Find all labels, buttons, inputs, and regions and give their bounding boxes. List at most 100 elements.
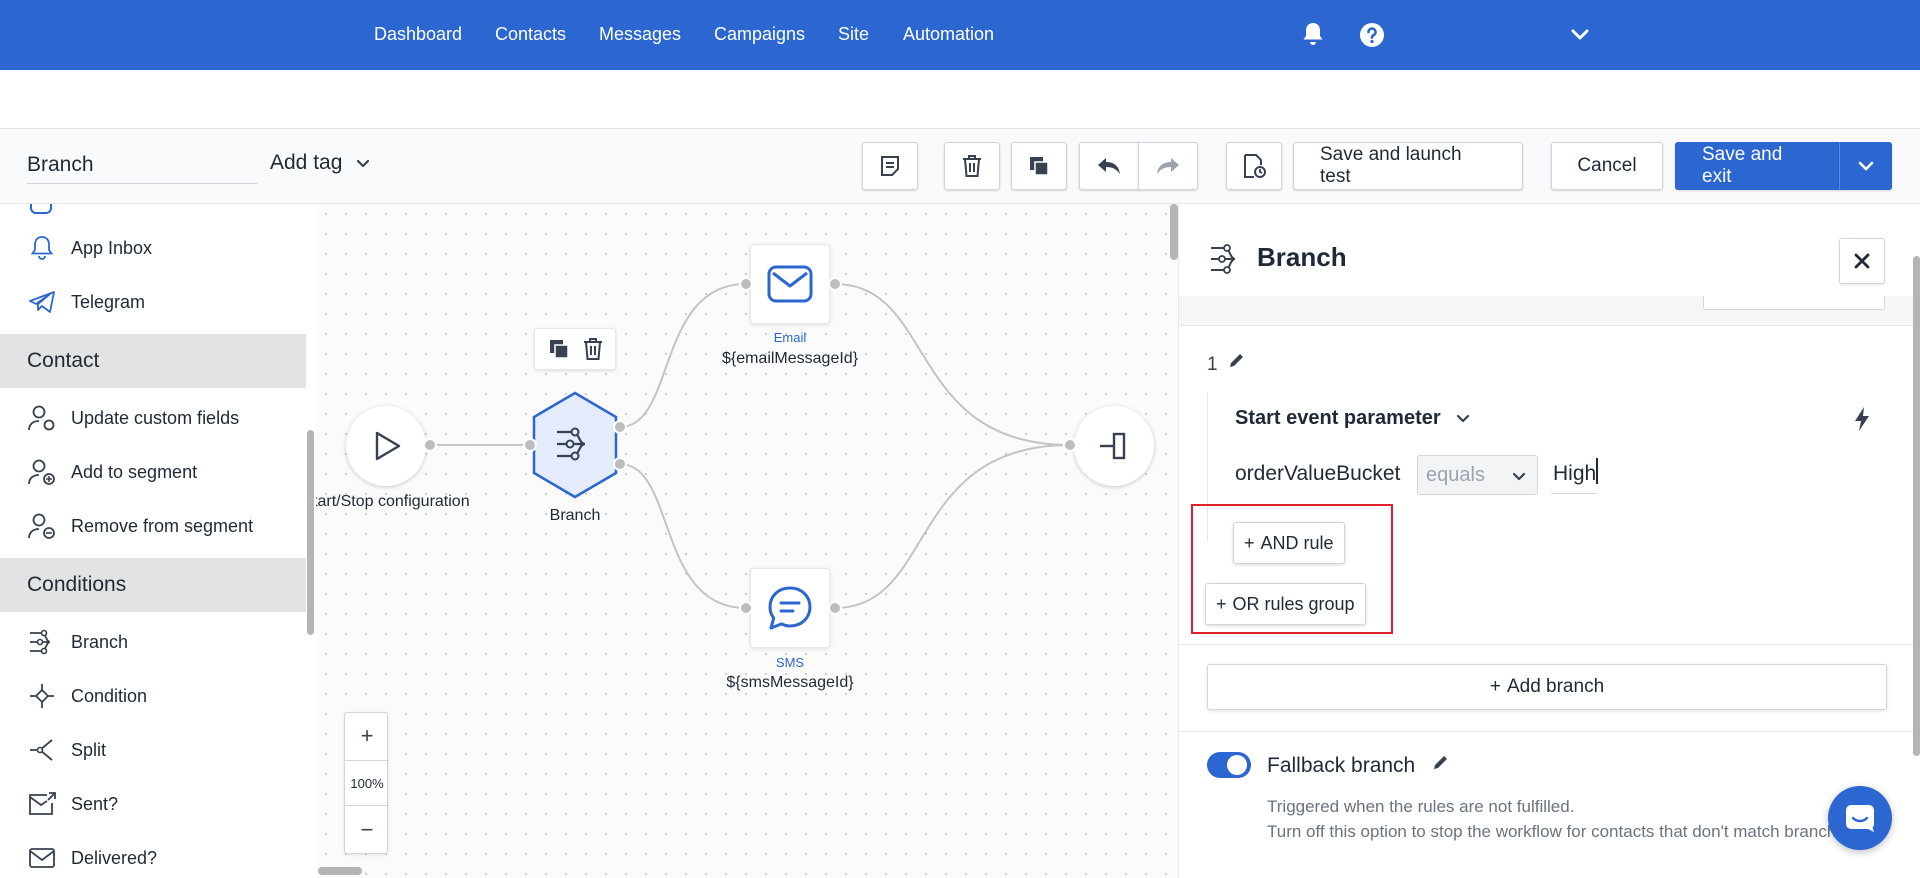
nav-site[interactable]: Site xyxy=(838,24,869,45)
actions-sidebar: App Inbox Telegram Contact Update custom… xyxy=(0,204,308,878)
canvas-vertical-scrollbar[interactable] xyxy=(1170,204,1178,260)
sidebar-scrollbar[interactable] xyxy=(307,430,314,635)
account-chevron-down-icon[interactable] xyxy=(1571,28,1589,46)
add-branch-label: Add branch xyxy=(1506,676,1605,697)
version-history-button[interactable] xyxy=(1226,142,1282,190)
top-navigation: Dashboard Contacts Messages Campaigns Si… xyxy=(0,0,1920,70)
sidebar-item-branch[interactable]: Branch xyxy=(0,615,308,669)
note-icon xyxy=(881,156,899,176)
lightning-icon[interactable] xyxy=(1853,406,1871,432)
end-input-port[interactable] xyxy=(1063,438,1077,452)
sidebar-item-label: Split xyxy=(71,739,107,760)
sidebar-item-condition[interactable]: Condition xyxy=(0,669,308,723)
save-options-dropdown[interactable] xyxy=(1839,142,1892,190)
bell-icon[interactable] xyxy=(1300,20,1326,53)
nav-automation[interactable]: Automation xyxy=(903,24,994,45)
mail-sent-icon xyxy=(27,789,57,819)
support-chat-button[interactable] xyxy=(1828,786,1892,850)
mail-delivered-icon xyxy=(27,843,57,873)
pencil-icon[interactable] xyxy=(1433,754,1449,772)
cancel-button[interactable]: Cancel xyxy=(1551,142,1663,190)
start-event-parameter-dropdown[interactable]: Start event parameter xyxy=(1235,407,1470,430)
sidebar-item-app-inbox[interactable]: App Inbox xyxy=(0,221,308,275)
canvas-horizontal-scrollbar[interactable] xyxy=(318,867,362,875)
operator-select[interactable]: equals xyxy=(1417,455,1538,495)
close-panel-button[interactable] xyxy=(1839,238,1885,284)
play-icon xyxy=(375,431,401,461)
trash-icon[interactable] xyxy=(582,337,604,361)
sms-output-port[interactable] xyxy=(828,601,842,615)
sidebar-item-label: App Inbox xyxy=(71,237,153,258)
sms-node[interactable] xyxy=(750,568,830,648)
value-input[interactable]: High xyxy=(1551,456,1597,494)
nav-dashboard[interactable]: Dashboard xyxy=(374,24,462,45)
sidebar-item-split[interactable]: Split xyxy=(0,723,308,777)
sidebar-item-delivered[interactable]: Delivered? xyxy=(0,831,308,878)
branch-icon xyxy=(1211,244,1236,274)
fallback-title-text: Fallback branch xyxy=(1267,754,1416,777)
notes-button[interactable] xyxy=(862,142,918,190)
sms-input-port[interactable] xyxy=(739,601,753,615)
workflow-name-input[interactable]: Branch xyxy=(27,150,257,184)
sidebar-item-label: Telegram xyxy=(71,291,146,312)
branch-output-port-1[interactable] xyxy=(613,420,627,434)
undo-icon xyxy=(1098,158,1120,174)
partial-hidden-button[interactable] xyxy=(1703,296,1885,310)
fallback-branch-title: Fallback branch xyxy=(1267,754,1449,778)
sidebar-item-label: Update custom fields xyxy=(71,407,240,428)
add-or-rules-group-button[interactable]: + OR rules group xyxy=(1205,583,1366,625)
nav-contacts[interactable]: Contacts xyxy=(495,24,566,45)
parameter-title: Start event parameter xyxy=(1235,407,1441,429)
sidebar-item-telegram[interactable]: Telegram xyxy=(0,275,308,329)
add-and-rule-button[interactable]: + AND rule xyxy=(1233,522,1345,564)
redo-icon xyxy=(1157,158,1179,174)
add-tag-dropdown[interactable]: Add tag xyxy=(270,151,370,175)
save-and-exit-button[interactable]: Save and exit xyxy=(1675,142,1840,190)
nav-messages[interactable]: Messages xyxy=(599,24,681,45)
start-node[interactable] xyxy=(346,406,426,486)
node-quick-actions xyxy=(534,328,616,370)
start-output-port[interactable] xyxy=(423,438,437,452)
workflow-canvas[interactable]: Start/Stop configuration Branch Email ${… xyxy=(316,204,1178,878)
fallback-branch-toggle[interactable] xyxy=(1207,752,1251,778)
email-input-port[interactable] xyxy=(739,277,753,291)
branch-node-label: Branch xyxy=(549,507,601,524)
plus-icon: + xyxy=(1216,593,1227,614)
add-tag-label: Add tag xyxy=(270,151,343,174)
panel-title: Branch xyxy=(1257,242,1347,272)
telegram-icon xyxy=(27,287,57,317)
sidebar-section-contact[interactable]: Contact xyxy=(0,334,306,388)
sidebar-item-remove-from-segment[interactable]: Remove from segment xyxy=(0,499,308,553)
copy-icon[interactable] xyxy=(547,337,571,361)
sms-node-type: SMS xyxy=(775,655,805,670)
branch-node[interactable] xyxy=(530,390,620,500)
duplicate-button[interactable] xyxy=(1011,142,1067,190)
undo-button[interactable] xyxy=(1079,142,1139,190)
chevron-down-icon xyxy=(1457,414,1470,423)
sidebar-item-label: Remove from segment xyxy=(71,515,254,536)
save-and-launch-test-button[interactable]: Save and launch test xyxy=(1293,142,1523,190)
email-node[interactable] xyxy=(750,244,830,324)
sidebar-item-update-custom-fields[interactable]: Update custom fields xyxy=(0,391,308,445)
branch-input-port[interactable] xyxy=(523,438,537,452)
pencil-icon[interactable] xyxy=(1229,352,1245,370)
branch-output-port-2[interactable] xyxy=(613,457,627,471)
end-node[interactable] xyxy=(1074,406,1154,486)
help-icon[interactable] xyxy=(1358,21,1386,54)
nav-campaigns[interactable]: Campaigns xyxy=(714,24,805,45)
zoom-out-button[interactable]: − xyxy=(345,807,389,853)
delete-button[interactable] xyxy=(944,142,1000,190)
redo-button[interactable] xyxy=(1138,142,1198,190)
branch-settings-panel: Branch 1 Start event parameter orderValu… xyxy=(1178,204,1920,878)
chevron-down-icon xyxy=(357,159,370,168)
panel-scrollbar[interactable] xyxy=(1913,256,1920,756)
sidebar-section-conditions[interactable]: Conditions xyxy=(0,558,306,612)
email-output-port[interactable] xyxy=(828,277,842,291)
sidebar-item-add-to-segment[interactable]: Add to segment xyxy=(0,445,308,499)
chat-bubble-icon xyxy=(768,586,812,630)
sidebar-item-sent[interactable]: Sent? xyxy=(0,777,308,831)
add-branch-button[interactable]: + Add branch xyxy=(1207,664,1887,710)
branch-icon xyxy=(27,627,57,657)
trash-icon xyxy=(963,155,981,177)
zoom-in-button[interactable]: + xyxy=(345,713,389,759)
